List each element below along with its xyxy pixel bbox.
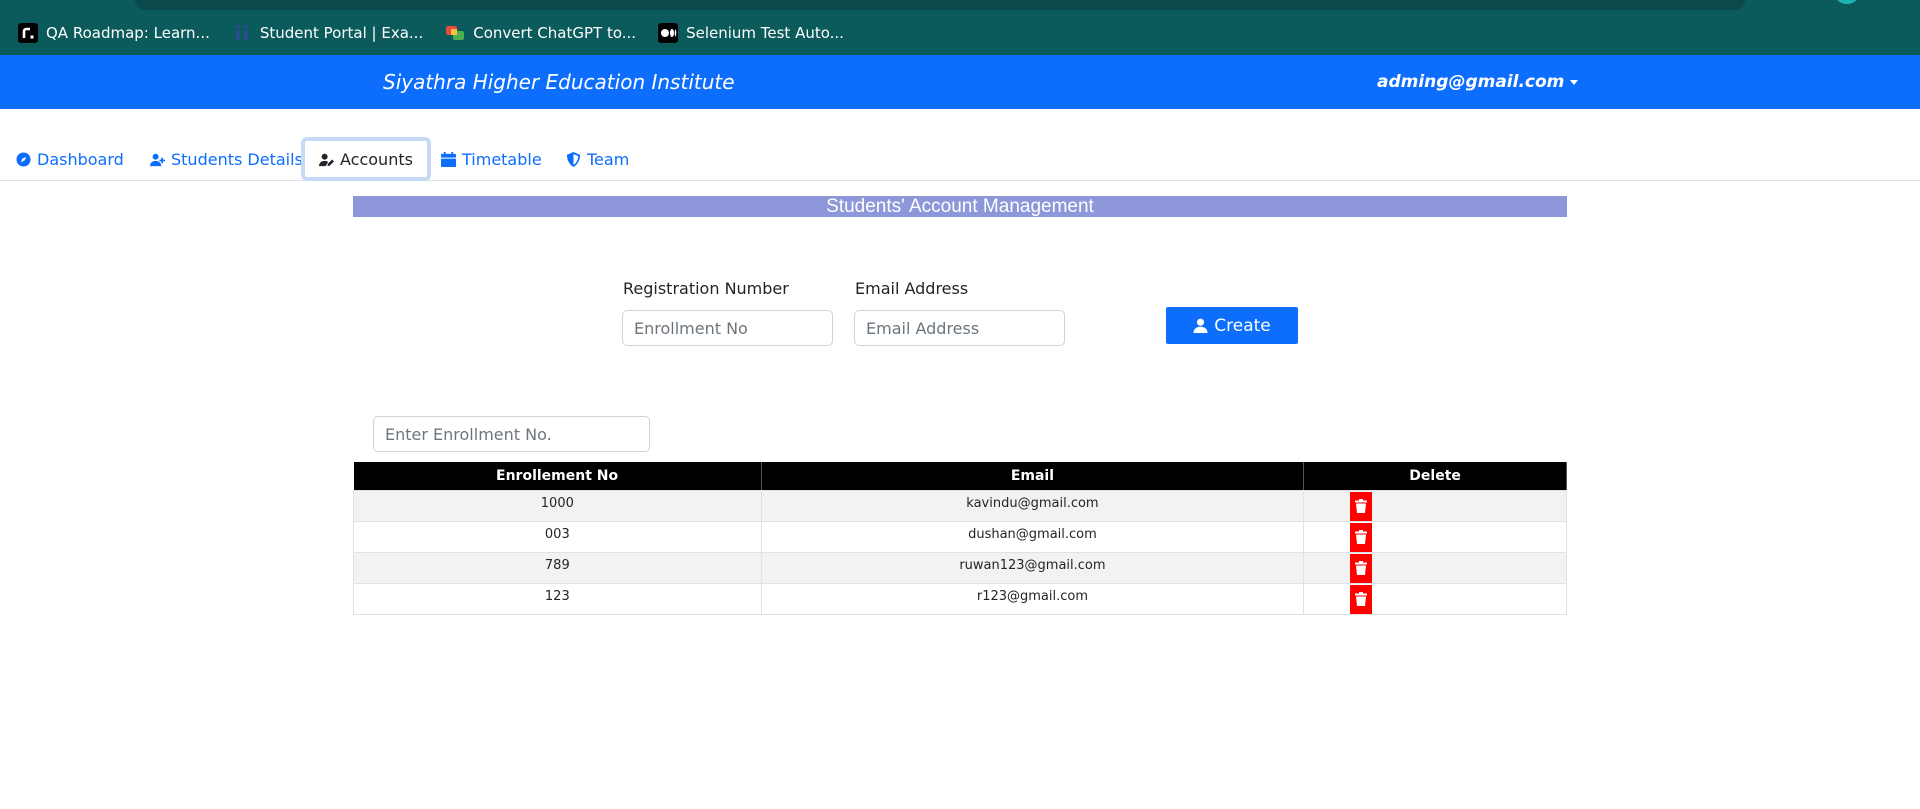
user-email: adming@gmail.com [1377, 72, 1565, 92]
create-button[interactable]: Create [1166, 307, 1298, 344]
medium-icon [658, 23, 679, 43]
tab-timetable[interactable]: Timetable [441, 138, 542, 181]
email-cell: dushan@gmail.com [760, 520, 1305, 553]
table-row: 1000 kavindu@gmail.com [353, 489, 1567, 522]
tab-label: Timetable [462, 150, 542, 169]
profile-avatar[interactable] [1836, 0, 1858, 4]
browser-bookmark-bar: QA Roadmap: Learn... Student Portal | Ex… [0, 0, 1920, 55]
email-cell: r123@gmail.com [760, 582, 1305, 615]
email-address-input[interactable] [854, 310, 1065, 346]
column-header-email[interactable]: Email [761, 462, 1305, 490]
tab-accounts[interactable]: Accounts [301, 137, 431, 181]
trash-icon [1355, 530, 1368, 544]
roadmap-r-icon [18, 23, 38, 43]
convert-icon [445, 23, 465, 43]
enrollment-cell: 003 [353, 520, 762, 553]
delete-cell [1303, 582, 1567, 615]
enrollment-cell: 789 [353, 551, 762, 584]
bookmark-label: QA Roadmap: Learn... [46, 24, 210, 42]
email-cell: kavindu@gmail.com [760, 489, 1305, 522]
column-header-enrollment[interactable]: Enrollement No [353, 462, 762, 490]
table-header-row: Enrollement No Email Delete [353, 462, 1567, 490]
trash-icon [1355, 592, 1368, 606]
student-portal-icon [232, 23, 252, 43]
bookmarks-list: QA Roadmap: Learn... Student Portal | Ex… [18, 22, 844, 44]
tab-dashboard[interactable]: Dashboard [16, 138, 124, 181]
delete-button[interactable] [1350, 522, 1373, 552]
table-row: 003 dushan@gmail.com [353, 520, 1567, 553]
enrollment-search-input[interactable] [373, 416, 650, 452]
tab-students-details[interactable]: Students Details [150, 138, 303, 181]
column-header-delete: Delete [1303, 462, 1567, 490]
delete-button[interactable] [1350, 553, 1373, 583]
create-button-label: Create [1214, 315, 1271, 336]
delete-button[interactable] [1350, 491, 1373, 521]
bookmark-selenium[interactable]: Selenium Test Auto... [658, 23, 844, 43]
bookmark-student-portal[interactable]: Student Portal | Exa... [232, 23, 423, 43]
table-body: 1000 kavindu@gmail.com 003 dushan@gmail.com… [353, 489, 1567, 615]
calendar-icon [441, 152, 456, 167]
bookmark-convert-chatgpt[interactable]: Convert ChatGPT to... [445, 23, 636, 43]
tab-label: Accounts [340, 149, 413, 169]
accounts-table: Enrollement No Email Delete 1000 kavindu@… [353, 462, 1567, 615]
bookmark-label: Student Portal | Exa... [259, 24, 424, 42]
tab-label: Team [587, 150, 630, 169]
delete-button[interactable] [1350, 584, 1373, 614]
section-title: Students' Account Management [353, 196, 1567, 217]
enrollment-cell: 123 [353, 582, 762, 615]
shield-icon [566, 152, 581, 167]
compass-icon [16, 152, 31, 167]
delete-cell [1303, 520, 1567, 553]
brand-title[interactable]: Siyathra Higher Education Institute [383, 70, 735, 94]
user-menu-dropdown[interactable]: adming@gmail.com [1377, 72, 1579, 92]
trash-icon [1355, 561, 1368, 575]
enrollment-no-input[interactable] [622, 310, 833, 346]
tab-team[interactable]: Team [566, 138, 629, 181]
app-header: Siyathra Higher Education Institute admi… [0, 55, 1920, 109]
enrollment-cell: 1000 [353, 489, 762, 522]
email-address-label: Email Address [855, 279, 969, 298]
table-row: 789 ruwan123@gmail.com [353, 551, 1567, 584]
user-plus-icon [150, 152, 165, 167]
delete-cell [1303, 489, 1567, 522]
delete-cell [1303, 551, 1567, 584]
user-edit-icon [319, 152, 334, 167]
nav-tabs: Dashboard Students Details Accounts Time… [0, 137, 1920, 181]
table-row: 123 r123@gmail.com [353, 582, 1567, 615]
bookmark-label: Convert ChatGPT to... [473, 24, 637, 42]
user-icon [1193, 318, 1208, 333]
tab-label: Dashboard [37, 150, 124, 169]
trash-icon [1355, 499, 1368, 513]
registration-number-label: Registration Number [623, 279, 789, 298]
chevron-down-icon [1570, 79, 1579, 85]
address-bar[interactable] [135, 0, 1745, 10]
email-cell: ruwan123@gmail.com [760, 551, 1305, 584]
bookmark-label: Selenium Test Auto... [686, 24, 844, 42]
bookmark-qa-roadmap[interactable]: QA Roadmap: Learn... [18, 23, 210, 43]
tab-label: Students Details [171, 150, 303, 169]
